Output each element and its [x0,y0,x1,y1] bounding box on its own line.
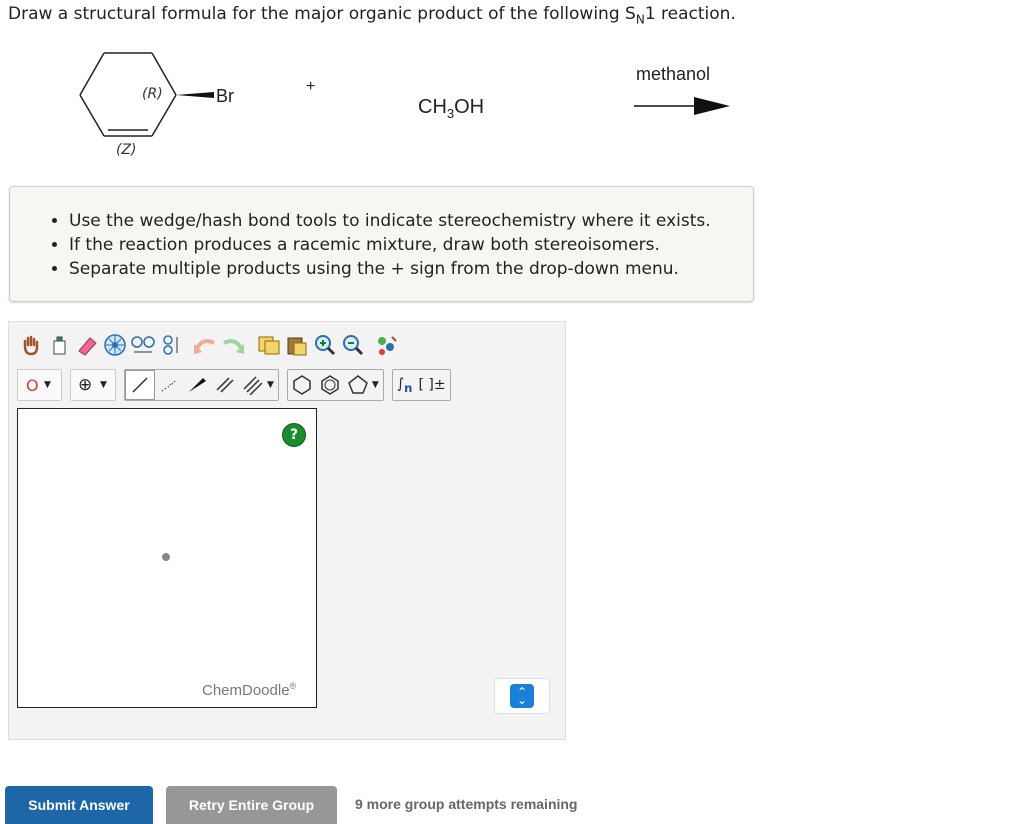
copy-icon[interactable] [255,331,283,359]
methanol-formula: CH3OH [418,96,484,121]
bromine-label: Br [216,86,234,106]
submit-answer-button[interactable]: Submit Answer [5,786,153,824]
hash-bond-icon[interactable] [155,371,183,399]
formula-ch: CH [418,96,447,118]
clean-structure-icon[interactable] [373,331,401,359]
attempts-remaining: 9 more group attempts remaining [355,796,578,812]
stereo-label-z: (Z) [116,142,137,158]
dropdown-arrow-icon: ▼ [100,380,107,390]
single-bond-icon[interactable] [125,370,155,400]
drawing-canvas[interactable]: ? ChemDoodle® [17,408,317,708]
atom-dropdown[interactable]: O ▼ [17,369,62,401]
paste-icon[interactable] [283,331,311,359]
brackets-icon[interactable]: [ ]± [418,377,445,393]
ring-tools: ▼ [286,369,384,401]
cyclohexane-icon[interactable] [288,371,316,399]
canvas-dot [162,553,170,561]
repeat-unit-icon[interactable]: ∫n [397,376,413,395]
question-text: Draw a structural formula for the major … [8,4,636,24]
question-text-end: 1 reaction. [644,4,736,24]
scroll-toggle[interactable]: ⌃ ⌄ [494,678,550,714]
plus-sign: + [306,78,316,95]
redo-icon[interactable] [219,331,247,359]
toolbar-row-2: O ▼ ⊕ ▼ ▼ ▼ ∫n [ ]± [17,369,451,401]
wedge-bond-icon[interactable] [183,371,211,399]
zoom-out-icon[interactable] [339,331,367,359]
bond-tools: ▼ [124,369,279,401]
brand-reg: ® [289,681,297,691]
eraser-icon[interactable] [73,331,101,359]
double-bond-icon[interactable] [211,371,239,399]
formula-oh: OH [454,96,485,118]
sgroup-tools: ∫n [ ]± [391,369,451,401]
instruction-item: Use the wedge/hash bond tools to indicat… [69,209,753,233]
brand-text: ChemDoodle [202,682,290,699]
instruction-item: If the reaction produces a racemic mixtu… [69,233,753,257]
reaction-arrow [634,97,730,115]
dropdown-arrow-icon[interactable]: ▼ [267,380,274,390]
cyclopentane-icon[interactable] [344,371,372,399]
wedge-bond [176,92,214,98]
dropdown-arrow-icon[interactable]: ▼ [372,380,379,390]
chemdoodle-watermark: ChemDoodle® [202,681,296,699]
toolbar-row-1 [17,330,401,360]
up-down-chevron-icon: ⌃ ⌄ [510,684,534,708]
clear-icon[interactable] [45,331,73,359]
instructions-box: Use the wedge/hash bond tools to indicat… [9,186,754,302]
chemdoodle-sketcher: O ▼ ⊕ ▼ ▼ ▼ ∫n [ ]± ? ChemDoodle® ⌃ ⌄ [8,321,566,740]
reaction-scheme [79,52,730,137]
arrow-reagent-label: methanol [636,64,711,84]
question-prompt: Draw a structural formula for the major … [8,4,736,26]
benzene-icon[interactable] [316,371,344,399]
flip-vertical-icon[interactable] [157,331,185,359]
atom-value: O [26,375,39,395]
triple-bond-icon[interactable] [239,371,267,399]
sgroup-n: n [404,380,413,395]
charge-plus-icon: ⊕ [78,375,93,395]
help-icon[interactable]: ? [282,423,306,447]
question-subscript: N [635,12,645,27]
flip-horizontal-icon[interactable] [129,331,157,359]
hand-icon[interactable] [17,331,45,359]
dropdown-arrow-icon: ▼ [44,380,51,390]
instruction-item: Separate multiple products using the + s… [69,257,753,281]
stereo-label-r: (R) [142,86,163,102]
retry-group-button[interactable]: Retry Entire Group [166,786,337,824]
center-icon[interactable] [101,331,129,359]
charge-dropdown[interactable]: ⊕ ▼ [70,369,116,401]
undo-icon[interactable] [191,331,219,359]
zoom-in-icon[interactable] [311,331,339,359]
